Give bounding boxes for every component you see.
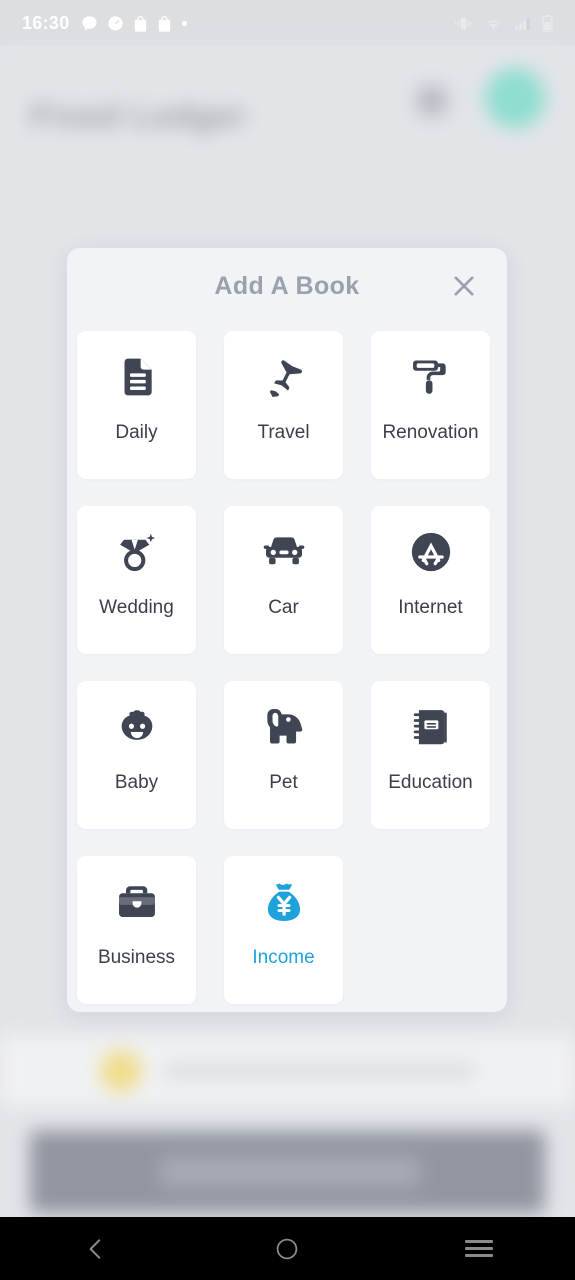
baby-face-icon: [114, 681, 160, 773]
dog-icon: [261, 681, 307, 773]
book-card-label: Income: [252, 947, 315, 968]
back-button[interactable]: [36, 1217, 156, 1280]
airplane-icon: [261, 331, 307, 423]
background-list-item: [0, 1036, 575, 1106]
close-icon: [454, 276, 474, 296]
circle-icon: [277, 1238, 298, 1259]
ad-banner-content: [160, 1157, 420, 1187]
close-button[interactable]: [443, 265, 485, 307]
list-item-icon: [100, 1050, 142, 1092]
briefcase-icon: [115, 856, 159, 948]
chevron-left-icon: [89, 1238, 101, 1259]
book-card-label: Travel: [257, 422, 310, 443]
hamburger-icon: [465, 1236, 494, 1261]
book-card-label: Daily: [115, 422, 158, 443]
wifi-icon: [487, 19, 500, 29]
status-bar-right: [454, 14, 553, 32]
timer-icon: [107, 15, 123, 31]
book-card-label: Pet: [269, 772, 298, 793]
book-card-business[interactable]: Business: [77, 856, 196, 1004]
status-bar-left: 16:30: [22, 13, 188, 34]
book-card-baby[interactable]: Baby: [77, 681, 196, 829]
shopping-bag-icon: [134, 15, 146, 32]
money-bag-yen-icon: [261, 856, 307, 948]
vibrate-icon: [455, 17, 472, 29]
book-card-internet[interactable]: Internet: [371, 506, 490, 654]
avatar: [485, 68, 545, 128]
book-card-label: Business: [97, 947, 176, 968]
android-navigation-bar: [0, 1217, 575, 1280]
diamond-ring-icon: [114, 506, 160, 598]
app-store-icon: [408, 506, 454, 598]
book-card-label: Wedding: [99, 597, 174, 618]
message-bubble-icon: [81, 15, 97, 30]
book-card-label: Car: [268, 597, 299, 618]
book-card-income[interactable]: Income: [224, 856, 343, 1004]
book-card-label: Internet: [398, 597, 463, 618]
book-card-wedding[interactable]: Wedding: [77, 506, 196, 654]
book-card-label: Baby: [114, 772, 159, 793]
battery-icon: [542, 14, 553, 32]
notebook-icon: [409, 681, 453, 773]
document-icon: [115, 331, 159, 423]
book-card-renovation[interactable]: Renovation: [371, 331, 490, 479]
status-bar-clock: 16:30: [22, 12, 70, 33]
paint-roller-icon: [409, 331, 453, 423]
recents-button[interactable]: [419, 1217, 539, 1280]
book-card-label: Renovation: [382, 422, 479, 443]
book-type-grid: Daily Travel Renovation Wedding Car Inte…: [67, 324, 507, 1004]
book-card-education[interactable]: Education: [371, 681, 490, 829]
search-icon: [417, 86, 447, 116]
book-card-car[interactable]: Car: [224, 506, 343, 654]
car-icon: [261, 506, 307, 598]
book-card-pet[interactable]: Pet: [224, 681, 343, 829]
dot-icon: [181, 20, 187, 26]
home-button[interactable]: [227, 1217, 347, 1280]
book-card-daily[interactable]: Daily: [77, 331, 196, 479]
background-app-title: Fixed Ledger: [30, 97, 248, 134]
page-title: Add A Book: [214, 271, 360, 300]
book-card-label: Education: [388, 772, 473, 793]
list-item-label: [164, 1063, 475, 1079]
signal-bars-icon: [515, 17, 530, 30]
book-card-travel[interactable]: Travel: [224, 331, 343, 479]
add-a-book-modal: Add A Book Daily Travel Renovation Weddi…: [67, 248, 507, 1012]
status-bar: 16:30: [0, 0, 575, 46]
modal-header: Add A Book: [67, 248, 507, 324]
shopping-bag-icon: [158, 15, 170, 32]
ad-banner: [30, 1131, 545, 1213]
